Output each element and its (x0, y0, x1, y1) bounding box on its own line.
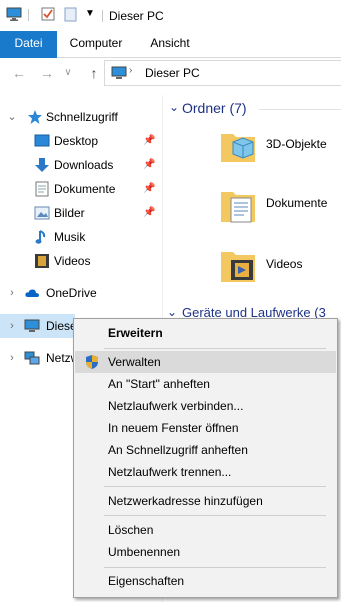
menu-item-netzlaufwerk-trennen[interactable]: Netzlaufwerk trennen... (75, 461, 336, 483)
sidebar-item-label: Videos (54, 254, 91, 268)
group-divider (259, 109, 341, 110)
sidebar-item-downloads[interactable]: Downloads 📌 (0, 153, 160, 177)
context-menu: Erweitern Verwalten An "Start" anheften … (73, 318, 338, 598)
sidebar-item-netzwerk[interactable]: › Netzw (0, 346, 79, 370)
breadcrumb-separator-icon[interactable]: › (129, 65, 132, 76)
network-icon (24, 350, 40, 366)
folder-label[interactable]: 3D-Objekte (266, 137, 327, 151)
uac-shield-icon (84, 354, 100, 370)
menu-separator (104, 567, 326, 568)
menu-item-eigenschaften[interactable]: Eigenschaften (75, 570, 336, 592)
sidebar-item-musik[interactable]: Musik (0, 225, 160, 249)
back-arrow-icon[interactable]: ← (10, 64, 28, 82)
folder-3d-objekte-icon[interactable] (219, 126, 259, 166)
document-icon (34, 181, 50, 197)
chevron-right-icon[interactable]: › (7, 346, 17, 370)
film-strip-icon (34, 253, 50, 269)
customize-qa-dropdown-icon[interactable]: ▼ (85, 6, 95, 22)
forward-arrow-icon[interactable]: → (38, 64, 56, 82)
menu-item-an-schnellzugriff-anheften[interactable]: An Schnellzugriff anheften (75, 439, 336, 461)
this-pc-icon (111, 65, 127, 81)
tab-datei[interactable]: Datei (0, 31, 57, 58)
tab-computer[interactable]: Computer (60, 31, 132, 58)
sidebar-item-onedrive[interactable]: › OneDrive (0, 281, 160, 305)
title-divider (102, 10, 103, 22)
pin-icon[interactable]: 📌 (143, 153, 155, 177)
sidebar-item-dieser-pc[interactable]: › Dieser (0, 314, 81, 338)
pictures-icon (34, 205, 50, 221)
chevron-right-icon[interactable]: › (7, 314, 17, 338)
recent-locations-chevron-icon[interactable]: ∨ (62, 64, 74, 82)
window-title: Dieser PC (109, 9, 164, 23)
download-arrow-icon (34, 157, 50, 173)
menu-item-label: Verwalten (108, 355, 161, 369)
menu-item-in-neuem-fenster-oeffnen[interactable]: In neuem Fenster öffnen (75, 417, 336, 439)
folder-videos-icon[interactable] (219, 246, 259, 286)
navigation-bar: ← → ∨ ↑ › Dieser PC (0, 58, 341, 88)
sidebar-item-schnellzugriff[interactable]: ⌄ Schnellzugriff (0, 105, 160, 129)
menu-item-erweitern[interactable]: Erweitern (75, 322, 336, 344)
computer-icon (24, 318, 40, 334)
sidebar-item-videos[interactable]: Videos (0, 249, 160, 273)
music-note-icon (34, 229, 50, 245)
sidebar-item-dokumente[interactable]: Dokumente 📌 (0, 177, 160, 201)
menu-item-netzlaufwerk-verbinden[interactable]: Netzlaufwerk verbinden... (75, 395, 336, 417)
pin-icon[interactable]: 📌 (143, 201, 155, 225)
folder-label[interactable]: Videos (266, 257, 302, 271)
pin-icon[interactable]: 📌 (143, 129, 155, 153)
sidebar-item-desktop[interactable]: Desktop 📌 (0, 129, 160, 153)
pin-icon[interactable]: 📌 (143, 177, 155, 201)
ribbon-tabs: Datei Computer Ansicht (0, 31, 341, 58)
sidebar-item-label: OneDrive (46, 286, 97, 300)
sidebar-item-label: Bilder (54, 206, 85, 220)
star-icon (27, 109, 43, 125)
address-bar[interactable]: › Dieser PC (104, 60, 341, 86)
title-bar: ▼ Dieser PC (0, 0, 341, 31)
folder-label[interactable]: Dokumente (266, 196, 327, 210)
computer-icon (6, 6, 22, 22)
menu-separator (104, 486, 326, 487)
new-folder-icon[interactable] (63, 6, 79, 22)
folder-dokumente-icon[interactable] (219, 186, 259, 226)
chevron-down-icon[interactable]: ⌄ (169, 100, 179, 114)
sidebar-item-label: Dokumente (54, 182, 116, 196)
tab-ansicht[interactable]: Ansicht (138, 31, 202, 58)
menu-item-umbenennen[interactable]: Umbenennen (75, 541, 336, 563)
sidebar-item-label: Schnellzugriff (46, 110, 118, 124)
menu-item-verwalten[interactable]: Verwalten (75, 351, 336, 373)
up-arrow-icon[interactable]: ↑ (85, 64, 103, 82)
sidebar-item-label: Downloads (54, 158, 114, 172)
address-path: Dieser PC (145, 66, 200, 80)
desktop-icon (34, 133, 50, 149)
chevron-down-icon[interactable]: ⌄ (7, 105, 17, 129)
menu-item-an-start-anheften[interactable]: An "Start" anheften (75, 373, 336, 395)
sidebar-item-bilder[interactable]: Bilder 📌 (0, 201, 160, 225)
qa-divider (28, 9, 29, 21)
group-header-folders[interactable]: Ordner (7) (182, 100, 247, 116)
sidebar-item-label: Musik (54, 230, 86, 244)
menu-separator (104, 348, 326, 349)
cloud-icon (24, 285, 40, 301)
menu-item-netzwerkadresse-hinzufuegen[interactable]: Netzwerkadresse hinzufügen (75, 490, 336, 512)
sidebar-item-label: Desktop (54, 134, 99, 148)
menu-separator (104, 515, 326, 516)
chevron-down-icon[interactable]: ⌄ (167, 305, 177, 319)
menu-item-loeschen[interactable]: Löschen (75, 519, 336, 541)
chevron-right-icon[interactable]: › (7, 281, 17, 305)
properties-icon[interactable] (40, 6, 56, 22)
